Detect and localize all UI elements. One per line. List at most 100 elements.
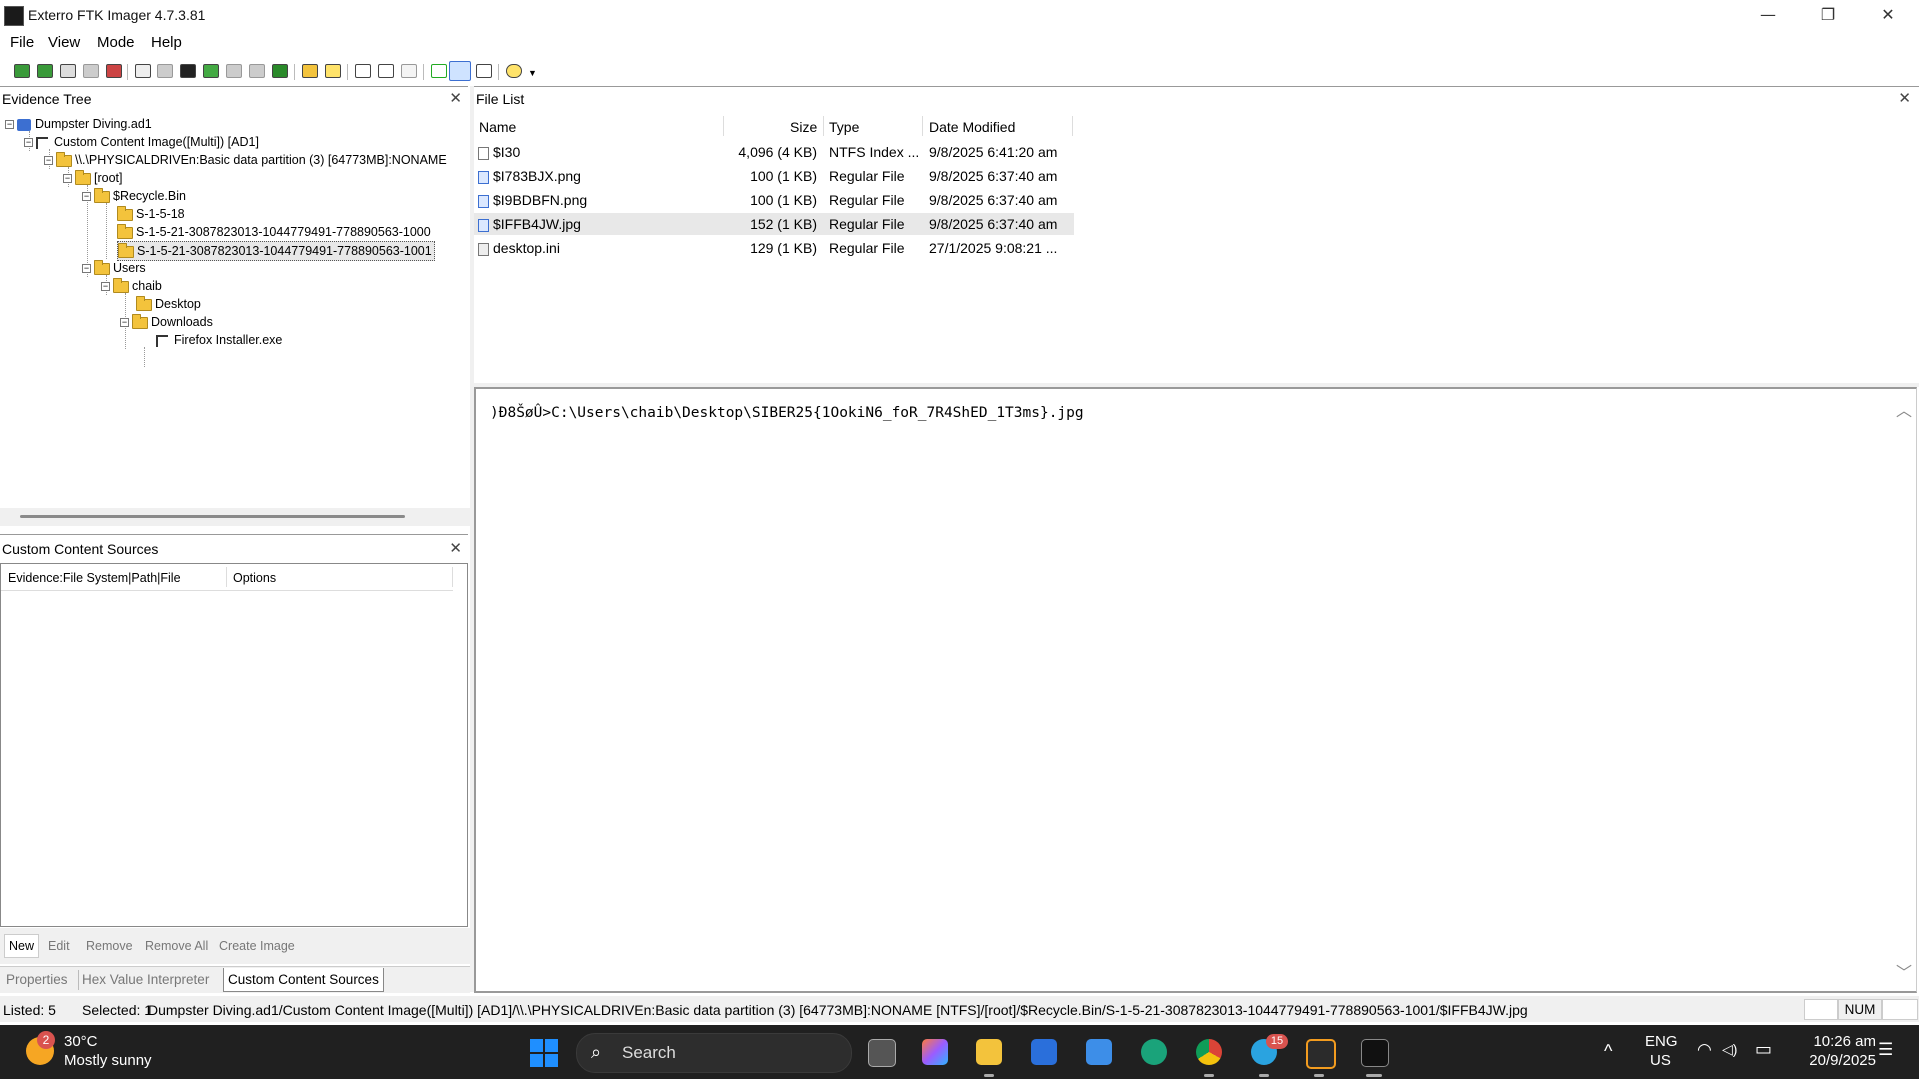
auto-view-icon[interactable] [431,64,447,78]
create-custom-content-icon[interactable] [226,64,242,78]
hex-view-icon[interactable] [476,64,492,78]
collapse-icon[interactable]: − [24,138,33,148]
column-type[interactable]: Type [829,119,859,135]
tree-node-users[interactable]: − Users [82,259,146,277]
file-list-close-icon[interactable]: ✕ [1898,89,1911,107]
wifi-icon[interactable]: ◠ [1697,1040,1712,1060]
collapse-icon[interactable]: − [82,264,91,274]
maximize-button[interactable]: ❐ [1798,0,1858,30]
copilot-icon[interactable] [922,1039,948,1065]
clock-date[interactable]: 20/9/2025 [1790,1052,1876,1069]
ftk-imager-taskbar-icon[interactable] [1361,1039,1389,1067]
export-logical-image-icon[interactable] [180,64,196,78]
tree-node-recycle-bin[interactable]: − $Recycle.Bin [82,187,186,205]
tree-node-ad1[interactable]: − Dumpster Diving.ad1 [5,115,152,133]
export-directory-listing-icon[interactable] [401,64,417,78]
scroll-up-icon[interactable]: ︿ [1896,397,1912,421]
verify-drive-icon[interactable] [272,64,288,78]
remove-evidence-icon[interactable] [83,64,99,78]
folder-icon [132,313,148,329]
export-disk-image-icon[interactable] [157,64,173,78]
control-panel-icon[interactable] [1086,1039,1112,1065]
add-evidence-icon[interactable] [14,64,30,78]
close-button[interactable]: ✕ [1858,0,1918,30]
capture-memory-icon[interactable] [302,64,318,78]
export-file-hash-icon[interactable] [378,64,394,78]
add-to-custom-content-icon[interactable] [203,64,219,78]
create-disk-image-icon[interactable] [135,64,151,78]
language-secondary[interactable]: US [1650,1052,1671,1069]
menu-mode[interactable]: Mode [97,34,135,51]
tree-node-desktop[interactable]: Desktop [136,295,201,313]
collapse-icon[interactable]: − [44,156,53,166]
battery-icon[interactable]: ▭ [1755,1039,1772,1060]
obtain-protected-files-icon[interactable] [325,64,341,78]
tree-node-firefox-installer[interactable]: Firefox Installer.exe [156,331,282,349]
menu-help[interactable]: Help [151,34,182,51]
column-size[interactable]: Size [790,119,817,135]
hscrollbar-thumb[interactable] [20,515,405,518]
create-image-button[interactable]: Create Image [219,935,295,957]
tab-properties[interactable]: Properties [6,972,68,987]
column-evidence-path[interactable]: Evidence:File System|Path|File [8,571,181,585]
taskbar-search[interactable]: ⌕ Search [576,1033,852,1073]
text-viewer[interactable]: )Ð8ŠøÛ>C:\Users\chaib\Desktop\SIBER25{1O… [474,387,1917,993]
tree-node-custom-content-image[interactable]: − Custom Content Image([Multi]) [AD1] [24,133,259,151]
notification-icon[interactable]: ☰ [1878,1040,1893,1060]
remove-all-button[interactable]: Remove All [145,935,208,957]
collapse-icon[interactable]: − [120,318,129,328]
temperature[interactable]: 30°C [64,1033,98,1050]
add-all-devices-icon[interactable] [37,64,53,78]
photos-app-icon[interactable] [1031,1039,1057,1065]
clock-time[interactable]: 10:26 am [1800,1033,1876,1050]
collapse-icon[interactable]: − [5,120,14,130]
evidence-tree-close-icon[interactable]: ✕ [449,89,462,107]
help-icon[interactable] [506,64,522,78]
text-view-icon[interactable] [449,61,471,81]
tree-node-chaib[interactable]: − chaib [101,277,162,295]
tray-overflow-icon[interactable]: ^ [1604,1041,1612,1062]
toolbar-more-chevron-icon[interactable]: ▼ [528,68,537,78]
file-row-i9bdbfn[interactable]: $I9BDBFN.png 100 (1 KB) Regular File 9/8… [474,189,1074,211]
menu-file[interactable]: File [10,34,34,51]
column-options[interactable]: Options [233,571,276,585]
file-row-i783bjx[interactable]: $I783BJX.png 100 (1 KB) Regular File 9/8… [474,165,1074,187]
tab-custom-content-sources[interactable]: Custom Content Sources [223,968,384,992]
tree-node-root[interactable]: − [root] [63,169,123,187]
file-explorer-icon[interactable] [976,1039,1002,1065]
remove-all-evidence-icon[interactable] [106,64,122,78]
tab-hex-value-interpreter[interactable]: Hex Value Interpreter [82,972,209,987]
file-row-desktop-ini[interactable]: desktop.ini 129 (1 KB) Regular File 27/1… [474,237,1074,259]
weather-condition[interactable]: Mostly sunny [64,1052,152,1069]
evidence-tree-hscrollbar[interactable] [0,508,470,526]
tree-node-sid-1001-selected[interactable]: S-1-5-21-3087823013-1044779491-778890563… [117,241,435,261]
edit-button[interactable]: Edit [48,935,70,957]
collapse-icon[interactable]: − [101,282,110,292]
menu-view[interactable]: View [48,34,80,51]
tree-node-partition[interactable]: − \\.\PHYSICALDRIVEn:Basic data partition… [44,151,447,169]
collapse-icon[interactable]: − [63,174,72,184]
tree-node-downloads[interactable]: − Downloads [120,313,213,331]
edge-icon[interactable] [1141,1039,1167,1065]
file-row-iffb4jw-selected[interactable]: $IFFB4JW.jpg 152 (1 KB) Regular File 9/8… [474,213,1074,235]
column-name[interactable]: Name [479,119,516,135]
remove-button[interactable]: Remove [86,935,133,957]
task-view-icon[interactable] [868,1039,896,1067]
virtualbox-icon[interactable] [1306,1039,1336,1069]
image-mounting-icon[interactable] [60,64,76,78]
volume-icon[interactable]: ◁) [1722,1041,1737,1058]
chrome-icon[interactable] [1196,1039,1222,1065]
collapse-icon[interactable]: − [82,192,91,202]
file-row-i30[interactable]: $I30 4,096 (4 KB) NTFS Index ... 9/8/202… [474,141,1074,163]
custom-content-close-icon[interactable]: ✕ [449,539,462,557]
tree-node-s-1-5-18[interactable]: S-1-5-18 [117,205,185,223]
scroll-down-icon[interactable]: ﹀ [1896,959,1912,983]
new-button[interactable]: New [4,934,40,958]
column-date-modified[interactable]: Date Modified [929,119,1015,135]
decrypt-icon[interactable] [249,64,265,78]
export-files-icon[interactable] [355,64,371,78]
start-windows-icon[interactable] [530,1039,558,1067]
tree-node-sid-1000[interactable]: S-1-5-21-3087823013-1044779491-778890563… [117,223,431,241]
minimize-button[interactable]: — [1738,0,1798,30]
language-primary[interactable]: ENG [1645,1033,1678,1050]
